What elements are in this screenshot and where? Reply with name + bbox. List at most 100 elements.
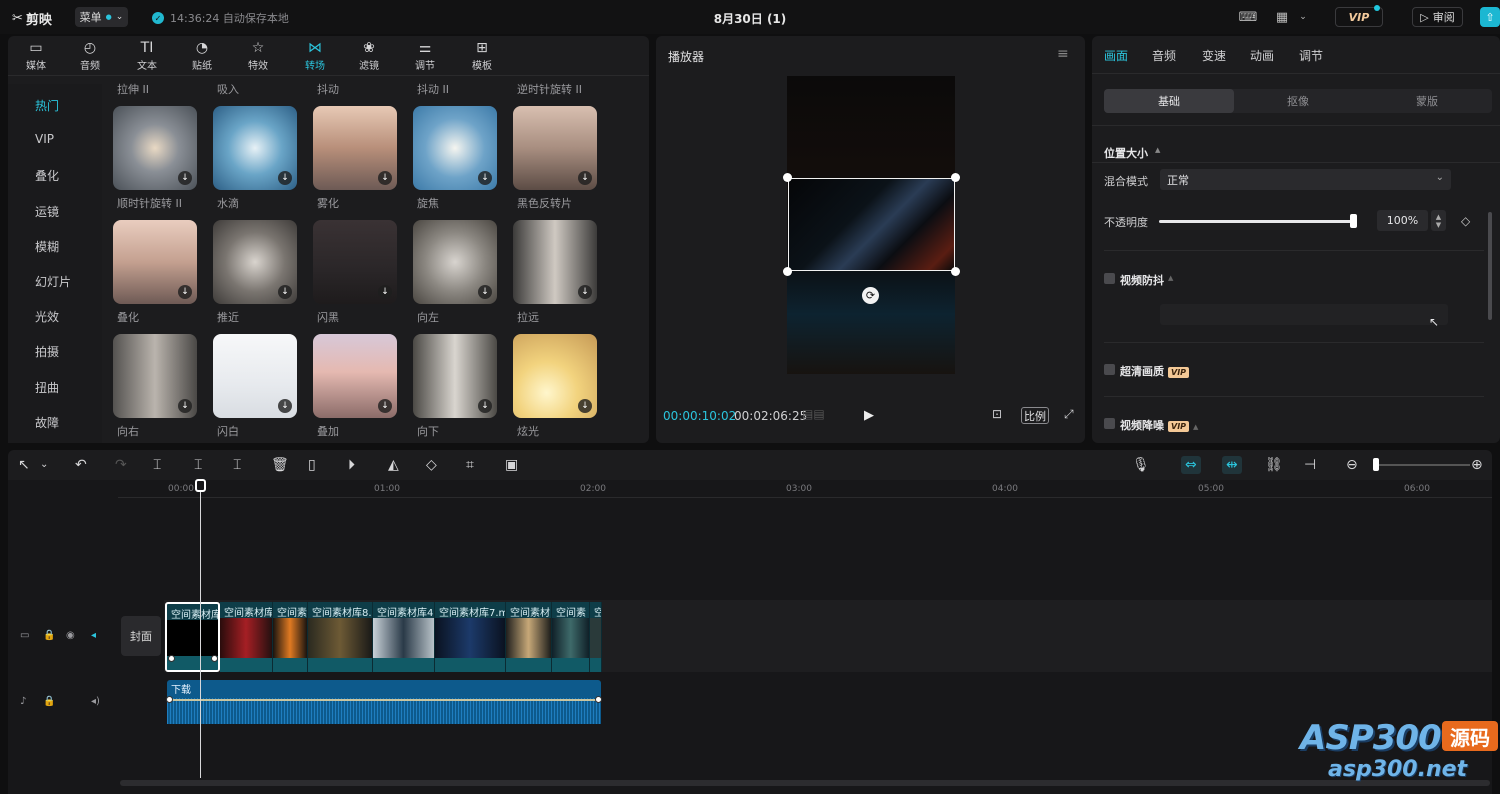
- chevron-down-icon[interactable]: ⌄: [40, 456, 48, 474]
- selection-box[interactable]: [788, 178, 955, 271]
- download-icon[interactable]: ↓: [478, 399, 492, 413]
- video-clip[interactable]: 空间素: [273, 602, 308, 672]
- resize-handle[interactable]: [783, 267, 792, 276]
- lock-icon[interactable]: 🔒: [43, 696, 55, 707]
- resize-handle[interactable]: [951, 267, 960, 276]
- opacity-slider[interactable]: [1159, 220, 1355, 223]
- stepper-up-icon[interactable]: ▲: [1436, 213, 1441, 221]
- delete-right-icon[interactable]: ⌶: [233, 456, 241, 474]
- hq-checkbox[interactable]: [1104, 364, 1115, 375]
- download-icon[interactable]: ↓: [278, 285, 292, 299]
- volume-line[interactable]: [171, 699, 597, 701]
- transition-thumbnail[interactable]: ↓: [413, 334, 497, 418]
- playhead-handle[interactable]: [195, 479, 206, 492]
- keyboard-icon[interactable]: ⌨: [1238, 8, 1258, 26]
- download-icon[interactable]: ↓: [378, 171, 392, 185]
- transition-thumbnail[interactable]: ↓: [513, 106, 597, 190]
- property-tab[interactable]: 音频: [1152, 47, 1176, 64]
- opacity-input[interactable]: 100%: [1377, 210, 1428, 231]
- download-icon[interactable]: ↓: [378, 399, 392, 413]
- stabilize-checkbox[interactable]: [1104, 273, 1115, 284]
- transition-thumbnail[interactable]: ↓: [213, 334, 297, 418]
- rotate-icon[interactable]: ◇: [426, 456, 437, 474]
- fit-screen-icon[interactable]: ⊡: [992, 407, 1002, 421]
- transition-thumbnail[interactable]: ↓: [413, 106, 497, 190]
- transition-thumbnail[interactable]: ↓: [313, 220, 397, 304]
- reverse-icon[interactable]: ⏵: [348, 456, 355, 474]
- transition-thumbnail[interactable]: ↓: [213, 220, 297, 304]
- video-clip[interactable]: 空间素: [552, 602, 590, 672]
- microphone-icon[interactable]: 🎙: [1132, 456, 1150, 474]
- main-track-magnet-icon[interactable]: ⇔: [1181, 456, 1201, 474]
- volume-keyframe[interactable]: [166, 696, 173, 703]
- audio-clip[interactable]: 下载: [166, 680, 602, 724]
- volume-keyframe[interactable]: [595, 696, 602, 703]
- auto-snap-icon[interactable]: ⇹: [1222, 456, 1242, 474]
- download-icon[interactable]: ↓: [178, 285, 192, 299]
- video-clip[interactable]: 空间素材库8.r: [308, 602, 373, 672]
- download-icon[interactable]: ↓: [578, 399, 592, 413]
- menu-button[interactable]: 菜单 ● ⌄: [75, 7, 128, 27]
- transition-thumbnail[interactable]: ↓: [313, 334, 397, 418]
- smart-crop-icon[interactable]: ▣: [505, 456, 518, 474]
- zoom-slider-knob[interactable]: [1373, 458, 1379, 471]
- property-tab[interactable]: 动画: [1250, 47, 1274, 64]
- video-clip[interactable]: 空: [590, 602, 602, 672]
- ratio-button[interactable]: 比例: [1021, 407, 1049, 424]
- zoom-out-icon[interactable]: ⊖: [1346, 456, 1358, 474]
- keyframe-icon[interactable]: ◇: [1461, 214, 1470, 228]
- review-button[interactable]: ▷ 审阅: [1412, 7, 1463, 27]
- download-icon[interactable]: ↓: [278, 399, 292, 413]
- layout-icon[interactable]: ▦: [1272, 8, 1292, 26]
- preview-axis-icon[interactable]: ⊣: [1304, 456, 1316, 474]
- delete-left-icon[interactable]: ⌶: [194, 456, 202, 474]
- fullscreen-icon[interactable]: ⤢: [1064, 407, 1074, 422]
- download-icon[interactable]: ↓: [578, 285, 592, 299]
- clip-keyframe[interactable]: [168, 655, 175, 662]
- clip-keyframe[interactable]: [211, 655, 218, 662]
- link-icon[interactable]: ⛓: [1265, 456, 1283, 474]
- zoom-in-icon[interactable]: ⊕: [1471, 456, 1483, 474]
- grid-view-icon[interactable]: ▤▤: [802, 407, 825, 421]
- position-size-title[interactable]: 位置大小: [1104, 145, 1148, 161]
- timeline-scrollbar[interactable]: [120, 780, 1490, 786]
- blend-mode-select[interactable]: 正常 ⌄: [1160, 169, 1451, 190]
- hamburger-icon[interactable]: ≡: [1057, 46, 1069, 62]
- download-icon[interactable]: ↓: [278, 171, 292, 185]
- download-icon[interactable]: ↓: [578, 171, 592, 185]
- property-tab[interactable]: 变速: [1202, 47, 1226, 64]
- opacity-stepper[interactable]: ▲ ▼: [1431, 210, 1446, 231]
- video-clip[interactable]: 空间素材库7.m: [435, 602, 506, 672]
- resize-handle[interactable]: [951, 173, 960, 182]
- transition-thumbnail[interactable]: ↓: [413, 220, 497, 304]
- download-icon[interactable]: ↓: [478, 285, 492, 299]
- transition-thumbnail[interactable]: ↓: [113, 106, 197, 190]
- download-icon[interactable]: ↓: [178, 171, 192, 185]
- split-icon[interactable]: ⌶: [153, 456, 161, 474]
- collapse-icon[interactable]: ▲: [1155, 146, 1160, 154]
- opacity-slider-knob[interactable]: [1350, 214, 1357, 228]
- rotate-icon[interactable]: ⟳: [862, 287, 879, 304]
- transition-thumbnail[interactable]: ↓: [313, 106, 397, 190]
- export-icon[interactable]: ⇧: [1480, 7, 1500, 27]
- property-tab[interactable]: 画面: [1104, 47, 1128, 64]
- delete-icon[interactable]: 🗑: [271, 456, 289, 474]
- sub-tab[interactable]: 蒙版: [1362, 89, 1492, 113]
- play-icon[interactable]: ▶: [864, 408, 874, 423]
- video-clip[interactable]: 空间素材库4: [373, 602, 435, 672]
- speaker-icon[interactable]: ◂): [91, 696, 100, 707]
- undo-icon[interactable]: ↶: [75, 456, 87, 474]
- chevron-down-icon[interactable]: ⌄: [1293, 8, 1313, 26]
- denoise-checkbox[interactable]: [1104, 418, 1115, 429]
- sub-tab[interactable]: 抠像: [1233, 89, 1363, 113]
- transition-thumbnail[interactable]: ↓: [513, 220, 597, 304]
- stepper-down-icon[interactable]: ▼: [1436, 221, 1441, 229]
- collapse-icon[interactable]: ▲: [1193, 423, 1198, 431]
- transition-thumbnail[interactable]: ↓: [513, 334, 597, 418]
- freeze-frame-icon[interactable]: ▯: [308, 456, 316, 474]
- transition-thumbnail[interactable]: ↓: [213, 106, 297, 190]
- transition-thumbnail[interactable]: ↓: [113, 220, 197, 304]
- collapse-icon[interactable]: ▲: [1168, 274, 1173, 282]
- property-tab[interactable]: 调节: [1299, 47, 1323, 64]
- properties-scrollbar[interactable]: [1488, 212, 1492, 320]
